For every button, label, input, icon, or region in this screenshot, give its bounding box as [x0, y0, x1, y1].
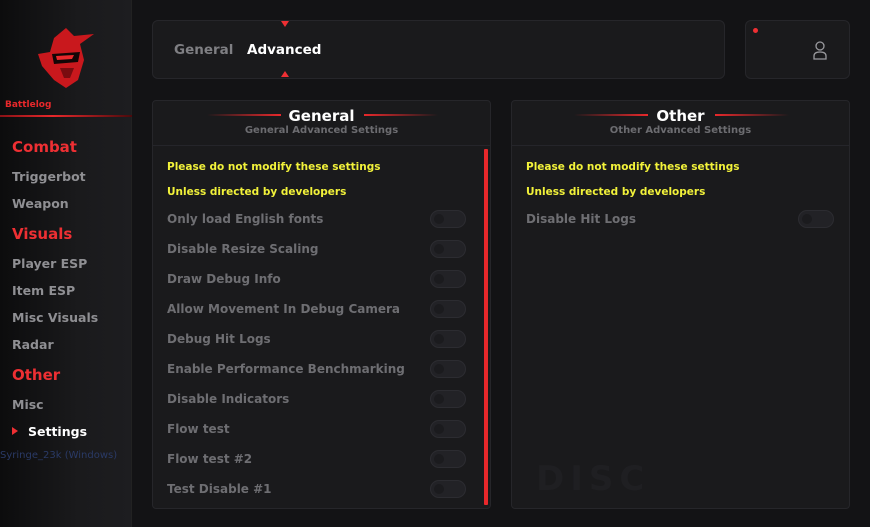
toggle-switch[interactable] [430, 480, 466, 498]
option-label: Disable Indicators [167, 392, 290, 406]
nav-category-other: Other [12, 366, 61, 384]
warning-text: Please do not modify these settings [167, 161, 381, 173]
tab-indicator-bottom-icon [281, 71, 289, 77]
sidebar-item-misc-visuals[interactable]: Misc Visuals [12, 310, 98, 325]
option-label: Disable Hit Logs [526, 212, 637, 226]
panel-header: General General Advanced Settings [153, 101, 490, 146]
warning-text: Please do not modify these settings [526, 161, 740, 173]
sidebar-item-item-esp[interactable]: Item ESP [12, 283, 75, 298]
tab-indicator-top-icon [281, 21, 289, 27]
option-label: Allow Movement In Debug Camera [167, 302, 401, 316]
sidebar-item-triggerbot[interactable]: Triggerbot [12, 169, 86, 184]
warning-text: Unless directed by developers [167, 186, 347, 198]
brand-label: Battlelog [5, 100, 52, 110]
status-dot-icon [753, 28, 758, 33]
tab-general[interactable]: General [174, 42, 233, 58]
sidebar-item-player-esp[interactable]: Player ESP [12, 256, 87, 271]
toggle-switch[interactable] [430, 240, 466, 258]
sidebar: Battlelog Combat Triggerbot Weapon Visua… [0, 0, 132, 527]
toggle-switch[interactable] [430, 360, 466, 378]
panel-subtitle: General Advanced Settings [244, 125, 399, 136]
option-label: Flow test [167, 422, 230, 436]
user-icon[interactable] [812, 40, 828, 60]
user-box[interactable] [745, 20, 850, 79]
toggle-switch[interactable] [430, 210, 466, 228]
panel-header: Other Other Advanced Settings [512, 101, 849, 146]
tab-advanced[interactable]: Advanced [247, 42, 321, 58]
sidebar-footer: Syringe_23k (Windows) [0, 450, 118, 461]
active-arrow-icon [12, 427, 18, 435]
tab-bar: General Advanced [152, 20, 725, 79]
toggle-switch[interactable] [430, 270, 466, 288]
option-label: Flow test #2 [167, 452, 253, 466]
sidebar-item-radar[interactable]: Radar [12, 337, 54, 352]
nav-category-combat: Combat [12, 138, 77, 156]
brand-divider [0, 115, 132, 117]
panel-title: General [288, 107, 355, 125]
toggle-switch[interactable] [430, 450, 466, 468]
other-panel: Other Other Advanced Settings Please do … [511, 100, 850, 509]
option-label: Disable Resize Scaling [167, 242, 319, 256]
option-label: Only load English fonts [167, 212, 324, 226]
option-label: Enable Performance Benchmarking [167, 362, 405, 376]
option-label: Draw Debug Info [167, 272, 281, 286]
general-panel: General General Advanced Settings Please… [152, 100, 491, 509]
panel-title: Other [656, 107, 705, 125]
nav-category-visuals: Visuals [12, 225, 73, 243]
warning-text: Unless directed by developers [526, 186, 706, 198]
panel-subtitle: Other Advanced Settings [609, 125, 752, 136]
toggle-switch[interactable] [430, 420, 466, 438]
toggle-switch[interactable] [430, 300, 466, 318]
sidebar-item-misc[interactable]: Misc [12, 397, 44, 412]
toggle-switch[interactable] [798, 210, 834, 228]
option-label: Test Disable #1 [167, 482, 272, 496]
toggle-switch[interactable] [430, 390, 466, 408]
sidebar-item-settings[interactable]: Settings [28, 424, 87, 439]
option-label: Debug Hit Logs [167, 332, 271, 346]
sidebar-item-weapon[interactable]: Weapon [12, 196, 69, 211]
scrollbar[interactable] [484, 149, 488, 505]
watermark: DISC [536, 459, 651, 499]
toggle-switch[interactable] [430, 330, 466, 348]
knight-helmet-icon [38, 28, 94, 88]
